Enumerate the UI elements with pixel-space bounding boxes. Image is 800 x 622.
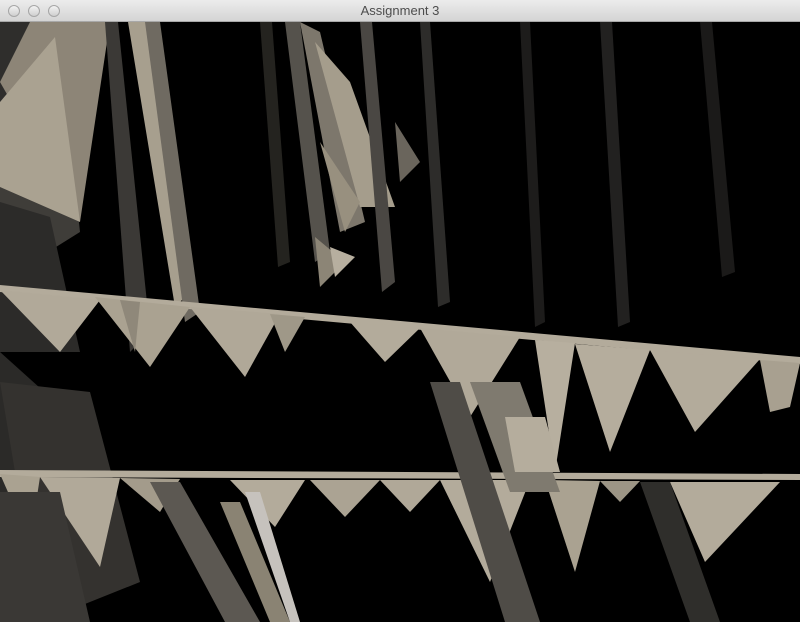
window-title: Assignment 3 [360, 3, 440, 18]
rendered-scene [0, 22, 800, 622]
opengl-viewport[interactable] [0, 22, 800, 622]
app-window: Assignment 3 [0, 0, 800, 622]
title-bar[interactable]: Assignment 3 [0, 0, 800, 22]
